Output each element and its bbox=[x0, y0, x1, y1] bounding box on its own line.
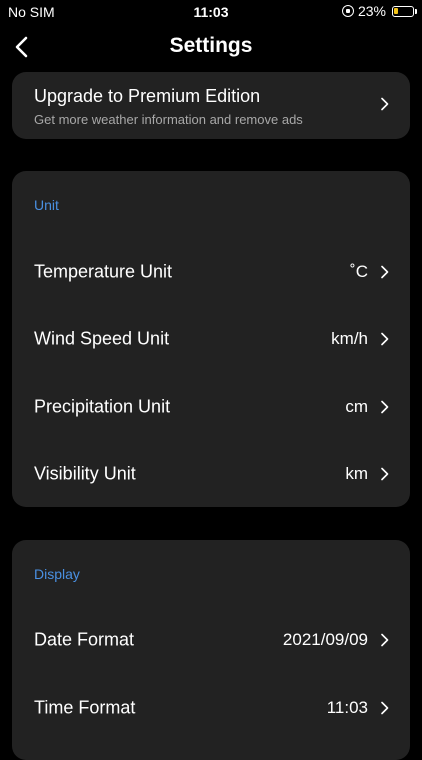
display-section-header: Display bbox=[34, 566, 80, 582]
premium-subtitle: Get more weather information and remove … bbox=[34, 112, 303, 127]
chevron-right-icon bbox=[381, 701, 389, 715]
date-format-row[interactable]: Date Format 2021/09/09 bbox=[12, 610, 410, 670]
time-format-row[interactable]: Time Format 11:03 bbox=[12, 678, 410, 738]
chevron-right-icon bbox=[381, 265, 389, 279]
row-value: ˚C bbox=[350, 262, 368, 281]
premium-title: Upgrade to Premium Edition bbox=[34, 86, 261, 106]
row-label: Date Format bbox=[34, 629, 135, 650]
battery-percent: 23% bbox=[357, 3, 386, 19]
page-title: Settings bbox=[169, 34, 253, 57]
visibility-unit-row[interactable]: Visibility Unit km bbox=[12, 444, 410, 504]
wind-speed-unit-row[interactable]: Wind Speed Unit km/h bbox=[12, 309, 410, 369]
unit-section: Unit Temperature Unit ˚C Wind Speed Unit… bbox=[12, 171, 410, 507]
row-value: km bbox=[345, 464, 368, 483]
display-section: Display Date Format 2021/09/09 Time Form… bbox=[12, 540, 410, 760]
temperature-unit-row[interactable]: Temperature Unit ˚C bbox=[12, 242, 410, 302]
chevron-right-icon bbox=[381, 97, 389, 111]
row-label: Visibility Unit bbox=[34, 463, 136, 484]
unit-section-header: Unit bbox=[34, 197, 59, 213]
chevron-right-icon bbox=[381, 633, 389, 647]
battery-fill bbox=[394, 7, 398, 14]
status-bar: No SIM 11:03 23% bbox=[0, 0, 422, 24]
battery-icon bbox=[392, 5, 417, 17]
nav-bar: Settings bbox=[0, 26, 422, 68]
chevron-right-icon bbox=[381, 400, 389, 414]
row-label: Time Format bbox=[34, 697, 136, 718]
precipitation-unit-row[interactable]: Precipitation Unit cm bbox=[12, 377, 410, 437]
chevron-right-icon bbox=[381, 467, 389, 481]
orientation-lock-icon bbox=[341, 5, 354, 17]
chevron-right-icon bbox=[381, 332, 389, 346]
status-right: 23% bbox=[341, 3, 417, 19]
row-label: Wind Speed Unit bbox=[34, 328, 170, 349]
row-label: Temperature Unit bbox=[34, 261, 173, 282]
upgrade-premium-button[interactable]: Upgrade to Premium Edition Get more weat… bbox=[12, 72, 410, 139]
row-value: cm bbox=[345, 397, 368, 416]
row-value: 2021/09/09 bbox=[282, 630, 368, 649]
row-label: Precipitation Unit bbox=[34, 396, 171, 417]
row-value: km/h bbox=[331, 329, 368, 348]
row-value: 11:03 bbox=[326, 698, 368, 717]
